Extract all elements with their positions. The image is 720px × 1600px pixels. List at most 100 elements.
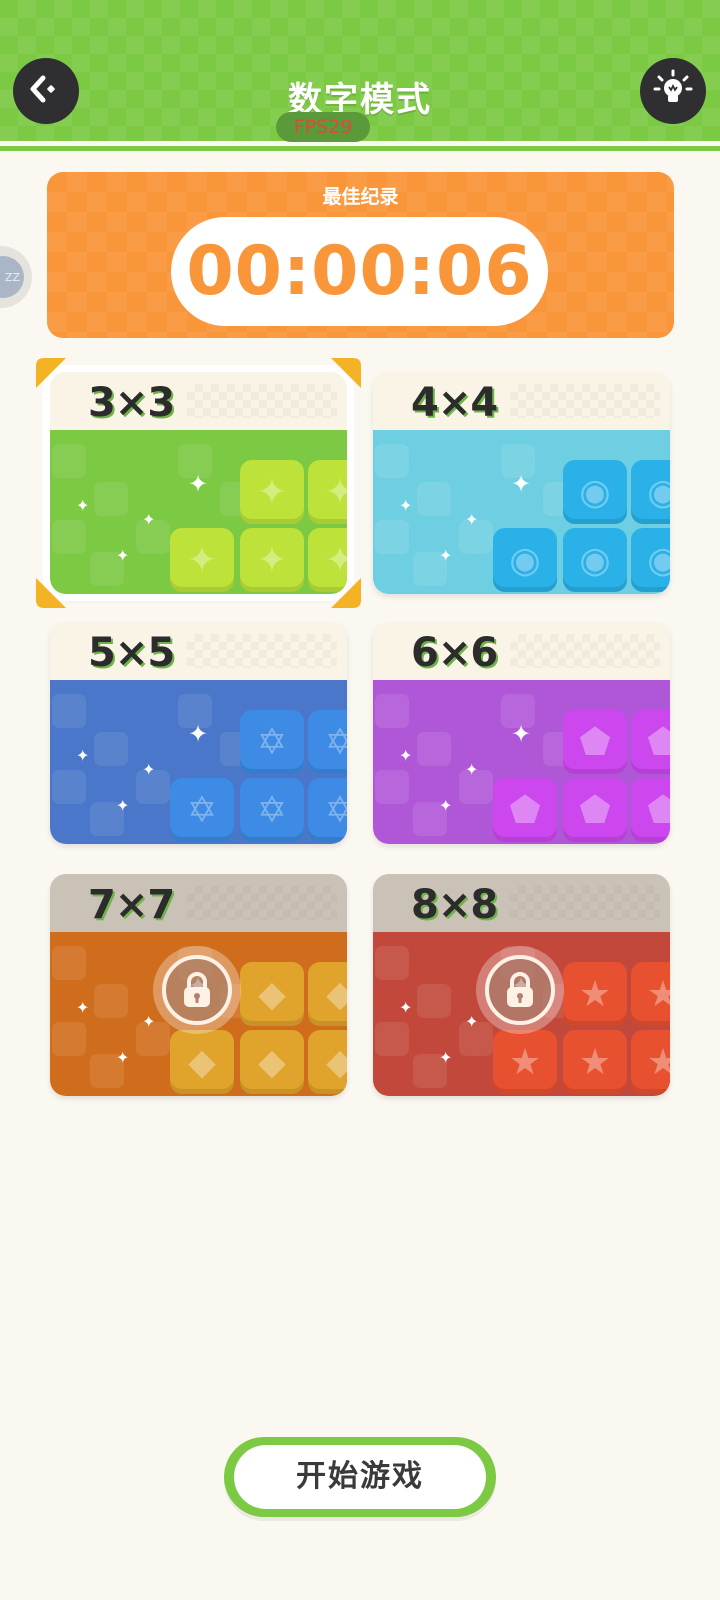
puzzle-tile: ◉ bbox=[631, 528, 670, 592]
sparkle-icon: ✦ bbox=[142, 1012, 156, 1031]
side-float-label: ZZ bbox=[0, 256, 24, 298]
card-preview: ✦✦✦✦★★★★★ bbox=[373, 932, 670, 1096]
grid-size-label: 8×8 bbox=[411, 882, 498, 928]
puzzle-tile: ★ bbox=[563, 962, 627, 1026]
sparkle-icon: ✦ bbox=[399, 496, 413, 515]
grid-size-label: 5×5 bbox=[88, 630, 175, 676]
level-card-8x8[interactable]: 8×8✦✦✦✦★★★★★ bbox=[373, 874, 670, 1096]
start-game-label: 开始游戏 bbox=[234, 1445, 486, 1509]
level-card-6x6[interactable]: 6×6 ✦ ✦ ✦ ✦ ⬟ ⬟ ⬟ ⬟ ⬟ bbox=[373, 622, 670, 844]
sparkle-icon: ✦ bbox=[439, 546, 453, 565]
sparkle-icon: ✦ bbox=[116, 1048, 130, 1067]
background-square bbox=[375, 946, 409, 980]
background-square bbox=[375, 770, 409, 804]
fps-counter: FPS29 bbox=[276, 112, 370, 142]
puzzle-tile: ★ bbox=[563, 1030, 627, 1094]
card-header: 4×4 bbox=[373, 372, 670, 430]
background-square bbox=[375, 520, 409, 554]
lock-icon bbox=[153, 946, 241, 1034]
puzzle-tile: ✡ bbox=[240, 778, 304, 842]
background-square bbox=[94, 732, 128, 766]
card-header: 3×3 bbox=[50, 372, 347, 430]
background-square bbox=[52, 694, 86, 728]
puzzle-tile: ◆ bbox=[170, 1030, 234, 1094]
sparkle-icon: ✦ bbox=[399, 746, 413, 765]
puzzle-tile: ◉ bbox=[563, 460, 627, 524]
puzzle-tile: ◉ bbox=[493, 528, 557, 592]
hint-button[interactable] bbox=[640, 58, 706, 124]
best-record-panel: 最佳纪录 00:00:06 bbox=[47, 172, 674, 338]
puzzle-tile: ⬟ bbox=[493, 778, 557, 842]
level-card-3x3[interactable]: 3×3 ✦ ✦ ✦ ✦ ✦ ✦ ✦ ✦ ✦ bbox=[50, 372, 347, 594]
puzzle-tile: ✡ bbox=[240, 710, 304, 774]
sparkle-icon: ✦ bbox=[439, 796, 453, 815]
level-card-4x4[interactable]: 4×4 ✦ ✦ ✦ ✦ ◉ ◉ ◉ ◉ ◉ bbox=[373, 372, 670, 594]
background-square bbox=[417, 732, 451, 766]
grid-size-label: 3×3 bbox=[88, 380, 175, 426]
sparkle-icon: ✦ bbox=[465, 510, 479, 529]
card-preview: ✦✦✦✦◆◆◆◆◆ bbox=[50, 932, 347, 1096]
card-header: 8×8 bbox=[373, 874, 670, 932]
sparkle-icon: ✦ bbox=[511, 720, 532, 748]
background-square bbox=[52, 946, 86, 980]
level-card-7x7[interactable]: 7×7✦✦✦✦◆◆◆◆◆ bbox=[50, 874, 347, 1096]
background-square bbox=[52, 1022, 86, 1056]
sparkle-icon: ✦ bbox=[76, 496, 90, 515]
puzzle-tile: ★ bbox=[493, 1030, 557, 1094]
background-square bbox=[375, 1022, 409, 1056]
card-preview: ✦ ✦ ✦ ✦ ⬟ ⬟ ⬟ ⬟ ⬟ bbox=[373, 680, 670, 844]
background-square bbox=[417, 482, 451, 516]
card-header: 6×6 bbox=[373, 622, 670, 680]
sparkle-icon: ✦ bbox=[76, 998, 90, 1017]
card-preview: ✦ ✦ ✦ ✦ ✡ ✡ ✡ ✡ ✡ bbox=[50, 680, 347, 844]
sparkle-icon: ✦ bbox=[188, 470, 209, 498]
card-header: 7×7 bbox=[50, 874, 347, 932]
sparkle-icon: ✦ bbox=[399, 998, 413, 1017]
sparkle-icon: ✦ bbox=[465, 1012, 479, 1031]
puzzle-tile: ✦ bbox=[240, 528, 304, 592]
puzzle-tile: ◆ bbox=[240, 962, 304, 1026]
background-square bbox=[417, 984, 451, 1018]
card-preview: ✦ ✦ ✦ ✦ ✦ ✦ ✦ ✦ ✦ bbox=[50, 430, 347, 594]
background-square bbox=[375, 694, 409, 728]
background-square bbox=[52, 444, 86, 478]
puzzle-tile: ⬟ bbox=[563, 710, 627, 774]
start-game-button[interactable]: 开始游戏 bbox=[224, 1437, 496, 1517]
background-square bbox=[52, 770, 86, 804]
lightbulb-icon bbox=[653, 69, 693, 113]
puzzle-tile: ◆ bbox=[308, 1030, 347, 1094]
sparkle-icon: ✦ bbox=[142, 760, 156, 779]
level-card-5x5[interactable]: 5×5 ✦ ✦ ✦ ✦ ✡ ✡ ✡ ✡ ✡ bbox=[50, 622, 347, 844]
puzzle-tile: ✡ bbox=[170, 778, 234, 842]
puzzle-tile: ✦ bbox=[170, 528, 234, 592]
best-record-time: 00:00:06 bbox=[171, 217, 548, 326]
header-divider-accent bbox=[0, 146, 720, 151]
puzzle-tile: ✦ bbox=[308, 460, 347, 524]
puzzle-tile: ◉ bbox=[563, 528, 627, 592]
puzzle-tile: ⬟ bbox=[563, 778, 627, 842]
selection-corner-bottom-left bbox=[36, 578, 66, 608]
selection-corner-bottom-right bbox=[331, 578, 361, 608]
background-square bbox=[375, 444, 409, 478]
lock-icon bbox=[476, 946, 564, 1034]
selection-corner-top-left bbox=[36, 358, 66, 388]
selection-corner-top-right bbox=[331, 358, 361, 388]
puzzle-tile: ★ bbox=[631, 962, 670, 1026]
puzzle-tile: ✦ bbox=[240, 460, 304, 524]
puzzle-tile: ⬟ bbox=[631, 778, 670, 842]
sparkle-icon: ✦ bbox=[465, 760, 479, 779]
sparkle-icon: ✦ bbox=[76, 746, 90, 765]
sparkle-icon: ✦ bbox=[511, 470, 532, 498]
side-float-button[interactable]: ZZ bbox=[0, 246, 32, 308]
sparkle-icon: ✦ bbox=[116, 796, 130, 815]
background-square bbox=[94, 482, 128, 516]
card-header: 5×5 bbox=[50, 622, 347, 680]
puzzle-tile: ✡ bbox=[308, 710, 347, 774]
best-record-label: 最佳纪录 bbox=[322, 186, 399, 208]
sparkle-icon: ✦ bbox=[188, 720, 209, 748]
sparkle-icon: ✦ bbox=[439, 1048, 453, 1067]
sparkle-icon: ✦ bbox=[116, 546, 130, 565]
puzzle-tile: ✡ bbox=[308, 778, 347, 842]
puzzle-tile: ★ bbox=[631, 1030, 670, 1094]
puzzle-tile: ◆ bbox=[308, 962, 347, 1026]
